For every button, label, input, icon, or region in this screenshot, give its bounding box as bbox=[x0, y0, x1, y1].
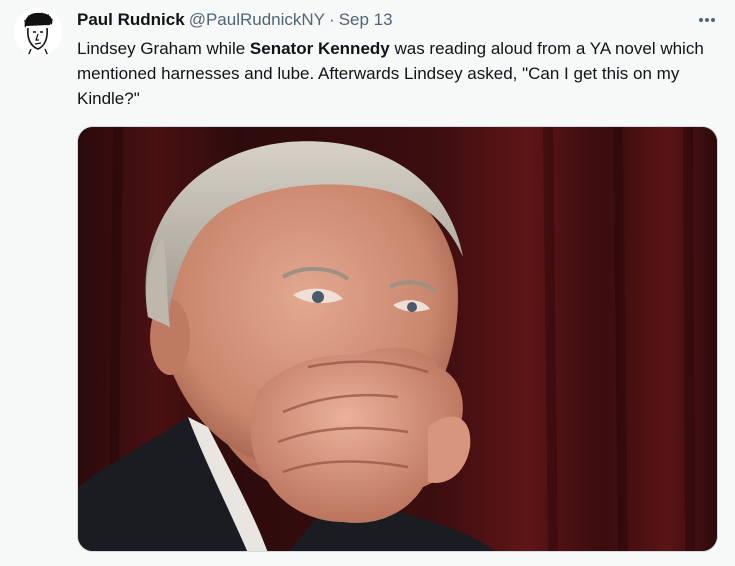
tweet: Paul Rudnick @PaulRudnickNY · Sep 13 Lindse… bbox=[0, 0, 735, 566]
tweet-text-part1: Lindsey Graham while bbox=[77, 39, 250, 58]
tweet-text-bold: Senator Kennedy bbox=[249, 39, 390, 58]
more-horizontal-icon bbox=[699, 18, 715, 22]
photo-image bbox=[78, 127, 717, 551]
tweet-date[interactable]: Sep 13 bbox=[339, 10, 393, 29]
tweet-photo[interactable] bbox=[77, 126, 718, 552]
separator-dot: · bbox=[329, 10, 335, 29]
author-name[interactable]: Paul Rudnick bbox=[77, 10, 185, 29]
more-options-button[interactable] bbox=[693, 8, 721, 32]
tweet-text: Lindsey Graham while Senator Kennedy was… bbox=[77, 36, 717, 111]
author-handle[interactable]: @PaulRudnickNY bbox=[189, 10, 325, 29]
tweet-header: Paul Rudnick @PaulRudnickNY · Sep 13 bbox=[77, 10, 393, 30]
avatar[interactable] bbox=[14, 8, 62, 56]
caricature-avatar-icon bbox=[14, 8, 62, 56]
